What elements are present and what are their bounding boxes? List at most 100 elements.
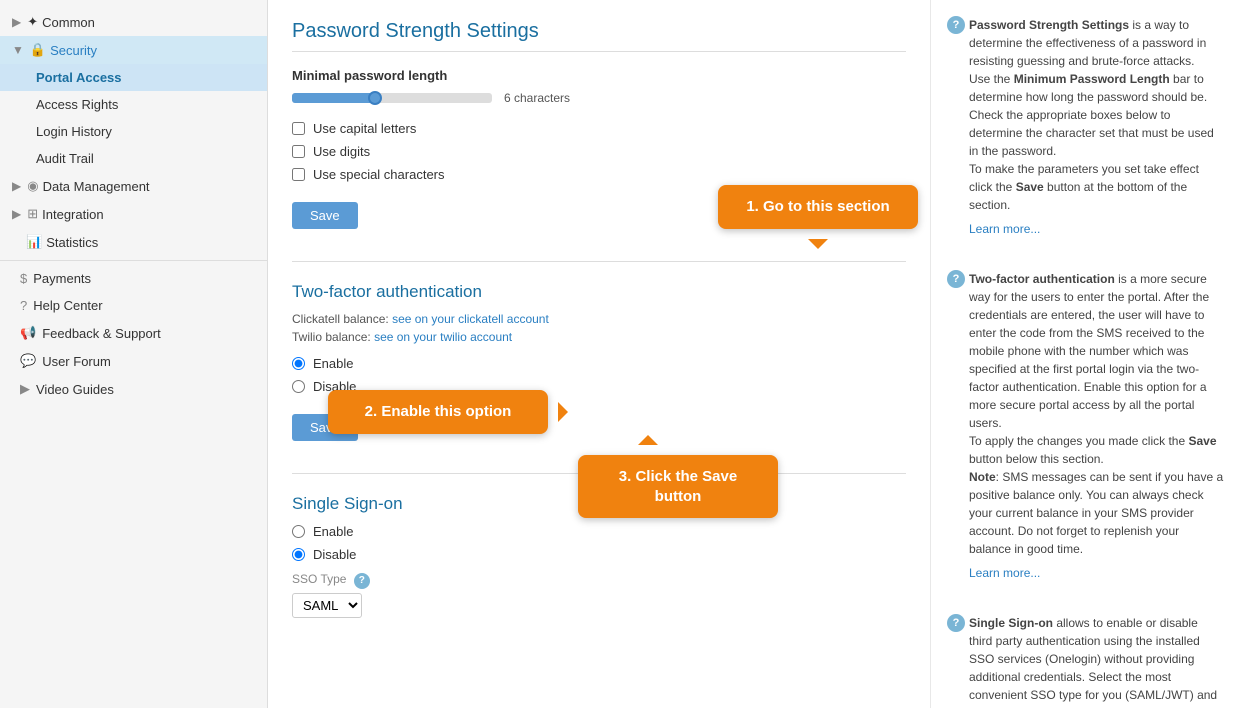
checkbox-digits-row: Use digits: [292, 144, 906, 159]
help-password-text: Password Strength Settings is a way to d…: [969, 16, 1224, 214]
arrow-down-icon: ▼: [12, 43, 24, 57]
checkbox-special[interactable]: [292, 168, 305, 181]
help-password-content: Password Strength Settings is a way to d…: [969, 16, 1224, 238]
sidebar-item-video-guides[interactable]: ▶ Video Guides: [0, 375, 267, 403]
section-divider-1: [292, 261, 906, 262]
arrow-right-dm-icon: ▶: [12, 179, 21, 193]
help-panel: ? Password Strength Settings is a way to…: [930, 0, 1240, 708]
main-content: Password Strength Settings Minimal passw…: [268, 0, 930, 708]
radio-sso-enable[interactable]: [292, 525, 305, 538]
sidebar-item-audit-trail[interactable]: Audit Trail: [0, 145, 267, 172]
sidebar-item-security[interactable]: ▼ 🔒 Security: [0, 36, 267, 64]
checkbox-digits[interactable]: [292, 145, 305, 158]
sidebar-label-user-forum: User Forum: [42, 354, 111, 369]
slider-thumb[interactable]: [368, 91, 382, 105]
sidebar-label-payments: Payments: [33, 271, 91, 286]
sso-type-text: SSO Type: [292, 572, 346, 586]
learn-more-password-link[interactable]: Learn more...: [969, 222, 1040, 236]
sidebar-item-feedback[interactable]: 📢 Feedback & Support: [0, 319, 267, 347]
help-twofactor-text: Two-factor authentication is a more secu…: [969, 270, 1224, 558]
sidebar-item-integration[interactable]: ▶ ⊞ Integration: [0, 200, 267, 228]
radio-sso-disable[interactable]: [292, 548, 305, 561]
help-block-sso: ? Single Sign-on allows to enable or dis…: [947, 614, 1224, 708]
sidebar-item-statistics[interactable]: 📊 Statistics: [0, 228, 267, 256]
radio-disable[interactable]: [292, 380, 305, 393]
radio-sso-disable-row: Disable: [292, 547, 906, 562]
learn-more-twofactor-link[interactable]: Learn more...: [969, 566, 1040, 580]
statistics-icon: 📊: [26, 234, 42, 250]
feedback-icon: 📢: [20, 325, 36, 341]
sidebar-label-statistics: Statistics: [46, 235, 98, 250]
sidebar: ▶ ✦ Common ▼ 🔒 Security Portal Access Ac…: [0, 0, 268, 708]
checkbox-capitals-row: Use capital letters: [292, 121, 906, 136]
sidebar-item-data-management[interactable]: ▶ ◉ Data Management: [0, 172, 267, 200]
tooltip-enable: 2. Enable this option: [328, 390, 548, 434]
sidebar-label-access-rights: Access Rights: [36, 97, 118, 112]
help-block-twofactor: ? Two-factor authentication is a more se…: [947, 270, 1224, 602]
help-twofactor-content: Two-factor authentication is a more secu…: [969, 270, 1224, 582]
radio-sso-enable-row: Enable: [292, 524, 906, 539]
password-length-label: Minimal password length: [292, 68, 906, 83]
sidebar-label-feedback: Feedback & Support: [42, 326, 161, 341]
sidebar-label-integration: Integration: [42, 207, 103, 222]
radio-sso-disable-label: Disable: [313, 547, 356, 562]
radio-enable[interactable]: [292, 357, 305, 370]
sidebar-label-audit-trail: Audit Trail: [36, 151, 94, 166]
help-sso-content: Single Sign-on allows to enable or disab…: [969, 614, 1224, 708]
sso-type-select[interactable]: SAML JWT: [292, 593, 362, 618]
checkbox-capitals[interactable]: [292, 122, 305, 135]
common-star-icon: ✦: [27, 14, 38, 30]
checkbox-digits-label: Use digits: [313, 144, 370, 159]
tooltip-goto: 1. Go to this section: [718, 185, 918, 229]
integration-icon: ⊞: [27, 206, 38, 222]
clickatell-label: Clickatell balance:: [292, 312, 389, 326]
page-title: Password Strength Settings: [292, 20, 906, 52]
sidebar-label-help-center: Help Center: [33, 298, 102, 313]
sidebar-label-portal-access: Portal Access: [36, 70, 122, 85]
help-password-icon: ?: [947, 16, 965, 34]
sidebar-item-common[interactable]: ▶ ✦ Common: [0, 8, 267, 36]
sidebar-label-video-guides: Video Guides: [36, 382, 114, 397]
sso-type-help-icon[interactable]: ?: [354, 573, 370, 589]
tooltip-goto-text: 1. Go to this section: [746, 198, 889, 215]
checkbox-special-label: Use special characters: [313, 167, 445, 182]
slider-value: 6 characters: [504, 91, 570, 105]
twilio-label: Twilio balance:: [292, 330, 371, 344]
twilio-link[interactable]: see on your twilio account: [374, 330, 512, 344]
sidebar-divider: [0, 260, 267, 261]
help-block-password: ? Password Strength Settings is a way to…: [947, 16, 1224, 258]
sidebar-item-login-history[interactable]: Login History: [0, 118, 267, 145]
save-password-button[interactable]: Save: [292, 202, 358, 229]
radio-enable-label: Enable: [313, 356, 353, 371]
clickatell-link[interactable]: see on your clickatell account: [392, 312, 549, 326]
help-icon: ?: [20, 298, 27, 313]
two-factor-title: Two-factor authentication: [292, 282, 906, 302]
radio-enable-row: Enable: [292, 356, 906, 371]
radio-sso-enable-label: Enable: [313, 524, 353, 539]
help-sso-icon: ?: [947, 614, 965, 632]
slider-track[interactable]: [292, 93, 492, 103]
clickatell-info: Clickatell balance: see on your clickate…: [292, 312, 906, 326]
tooltip-save: 3. Click the Save button: [578, 455, 778, 518]
sidebar-label-login-history: Login History: [36, 124, 112, 139]
lock-icon: 🔒: [30, 42, 46, 58]
sidebar-item-access-rights[interactable]: Access Rights: [0, 91, 267, 118]
sso-type-label: SSO Type ?: [292, 572, 906, 589]
slider-container[interactable]: 6 characters: [292, 91, 906, 105]
data-management-icon: ◉: [27, 178, 38, 194]
arrow-right-int-icon: ▶: [12, 207, 21, 221]
help-sso-text: Single Sign-on allows to enable or disab…: [969, 614, 1224, 708]
sidebar-item-portal-access[interactable]: Portal Access: [0, 64, 267, 91]
sidebar-label-common: Common: [42, 15, 95, 30]
sidebar-item-user-forum[interactable]: 💬 User Forum: [0, 347, 267, 375]
slider-fill: [292, 93, 372, 103]
sidebar-label-security: Security: [50, 43, 97, 58]
arrow-right-icon: ▶: [12, 15, 21, 29]
sidebar-item-help-center[interactable]: ? Help Center: [0, 292, 267, 319]
help-twofactor-icon: ?: [947, 270, 965, 288]
checkbox-capitals-label: Use capital letters: [313, 121, 416, 136]
checkbox-special-row: Use special characters: [292, 167, 906, 182]
tooltip-enable-text: 2. Enable this option: [365, 403, 512, 420]
sidebar-item-payments[interactable]: $ Payments: [0, 265, 267, 292]
payments-icon: $: [20, 271, 27, 286]
